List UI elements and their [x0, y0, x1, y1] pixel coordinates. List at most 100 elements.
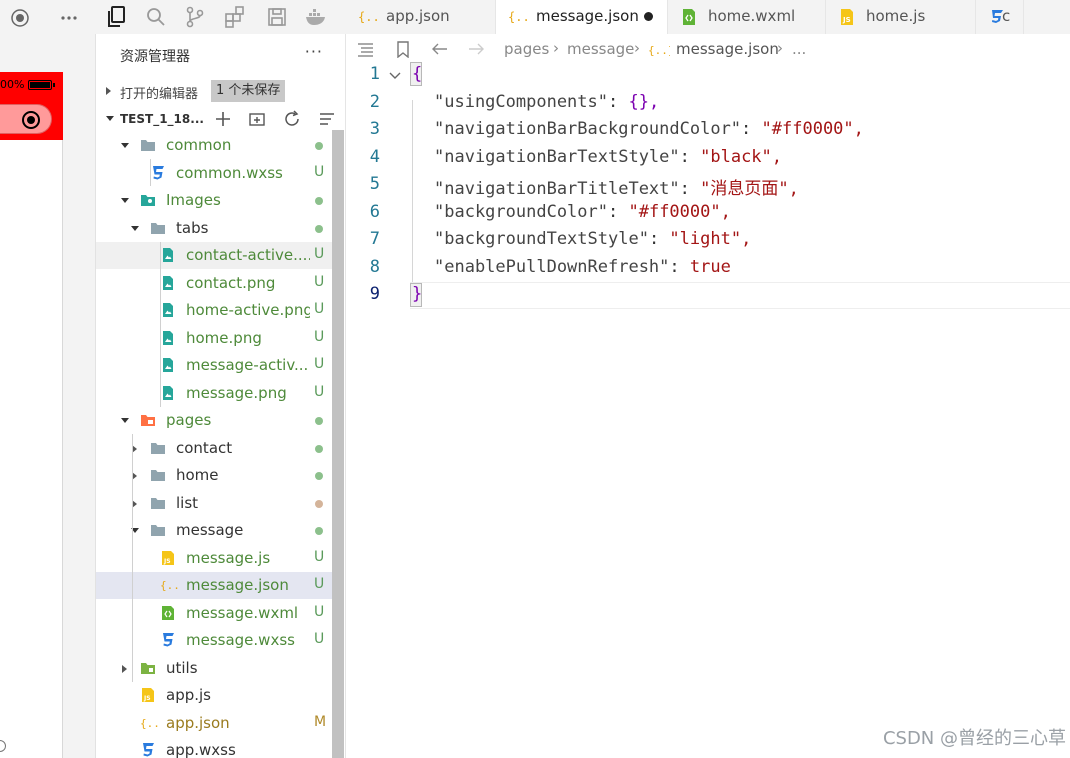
- tree-file-row[interactable]: {..} app.json M: [96, 710, 332, 737]
- breadcrumb-item[interactable]: ...: [792, 40, 806, 58]
- tree-item-label: contact-active....: [186, 246, 310, 264]
- tree-item-label: app.json: [166, 713, 230, 732]
- git-status-badge: U: [314, 576, 325, 592]
- indent-guide: [160, 242, 161, 407]
- git-status-dot: [315, 417, 323, 425]
- git-status-badge: U: [314, 328, 325, 345]
- extensions-icon[interactable]: [222, 4, 248, 30]
- line-number: 9: [369, 284, 380, 304]
- bookmark-icon[interactable]: [393, 40, 413, 59]
- svg-text:{..}: {..}: [358, 10, 380, 24]
- explorer-more-button[interactable]: ···: [305, 42, 323, 61]
- capsule-button[interactable]: [0, 104, 52, 134]
- git-status-dot: [315, 527, 323, 535]
- tree-file-row[interactable]: message-activ... U: [96, 352, 332, 379]
- svg-text:JS: JS: [143, 695, 151, 702]
- json-value: true: [689, 256, 731, 277]
- tree-file-row[interactable]: JS app.js: [96, 682, 332, 709]
- folder-icon: [150, 522, 166, 538]
- colon: :: [679, 179, 701, 199]
- tab-app-json[interactable]: {..} app.json: [346, 0, 496, 34]
- back-arrow-icon[interactable]: [430, 40, 450, 58]
- explorer-scrollbar[interactable]: [332, 130, 344, 758]
- search-icon[interactable]: [143, 4, 169, 30]
- git-status-badge: U: [314, 383, 325, 400]
- tree-file-row[interactable]: app.wxss: [96, 737, 332, 758]
- chevron-right-icon: ›: [634, 39, 640, 57]
- unsaved-dot-icon[interactable]: [644, 12, 653, 21]
- tree-item-label: utils: [166, 658, 198, 677]
- css-icon: [160, 632, 176, 648]
- new-folder-icon[interactable]: [247, 109, 267, 129]
- breadcrumb-item[interactable]: pages: [504, 40, 549, 58]
- record-icon[interactable]: [9, 7, 31, 29]
- tab-home-js[interactable]: JS home.js: [826, 0, 976, 34]
- tree-file-row[interactable]: message.png U: [96, 380, 332, 407]
- capsule-close-icon[interactable]: [22, 111, 40, 129]
- svg-text:{..}: {..}: [648, 44, 670, 57]
- open-editors-section[interactable]: 打开的编辑器 1 个未保存: [96, 78, 346, 104]
- json-icon: {..}: [358, 8, 387, 26]
- tree-file-row[interactable]: contact-active.... U: [96, 242, 332, 269]
- code-line: "backgroundColor": "#ff0000",: [434, 202, 731, 222]
- docker-icon[interactable]: [303, 4, 329, 30]
- tree-file-row[interactable]: home.png U: [96, 325, 332, 352]
- json-key: "navigationBarTextStyle": [434, 146, 680, 167]
- tree-folder-row[interactable]: common: [96, 132, 332, 159]
- folder-icon: [150, 440, 166, 456]
- more-icon[interactable]: [58, 7, 80, 29]
- folder-icon: [150, 220, 166, 236]
- code-line: "navigationBarTextStyle": "black",: [434, 147, 782, 167]
- json-brace: }: [412, 284, 423, 304]
- new-file-icon[interactable]: [213, 109, 233, 129]
- tree-file-row[interactable]: home-active.png U: [96, 297, 332, 324]
- tree-file-row[interactable]: contact.png U: [96, 270, 332, 297]
- tree-folder-row[interactable]: tabs: [96, 215, 332, 242]
- chevron-right-icon[interactable]: [122, 664, 127, 673]
- json-key: "backgroundTextStyle": [434, 229, 649, 249]
- chevron-down-icon[interactable]: [121, 418, 129, 423]
- simulator-toolbar: [0, 0, 96, 34]
- outline-icon[interactable]: [356, 40, 376, 58]
- tree-folder-row[interactable]: pages: [96, 407, 332, 434]
- tab-home-wxml[interactable]: home.wxml: [668, 0, 826, 34]
- json-key: "navigationBarBackgroundColor": [434, 119, 742, 139]
- chevron-down-icon: [106, 116, 114, 121]
- code-editor[interactable]: 1 {2 "usingComponents": {}, 3 "navigationBar…: [346, 62, 1070, 758]
- storage-icon[interactable]: [264, 4, 290, 30]
- forward-arrow-icon[interactable]: [466, 40, 486, 58]
- image-file-icon: [160, 357, 176, 373]
- tree-item-label: home: [176, 466, 219, 484]
- tree-item-label: list: [176, 493, 199, 512]
- folder-icon: [140, 137, 156, 153]
- tree-item-label: message.wxml: [186, 603, 299, 622]
- image-file-icon: [160, 247, 176, 263]
- tab-label: message.json: [536, 7, 639, 25]
- tree-folder-row[interactable]: Images: [96, 187, 332, 214]
- js-icon: JS: [160, 550, 176, 566]
- json-value: "#ff0000",: [761, 119, 864, 139]
- explorer-icon[interactable]: [104, 4, 130, 30]
- source-control-icon[interactable]: [182, 4, 208, 30]
- git-status-dot: [315, 197, 323, 205]
- chevron-down-icon[interactable]: [131, 225, 139, 231]
- tree-item-label: app.wxss: [166, 741, 236, 758]
- indent-guide: [412, 100, 413, 282]
- tab-message-json[interactable]: {..} message.json: [496, 0, 668, 34]
- tree-item-label: pages: [166, 411, 212, 429]
- chevron-down-icon[interactable]: [121, 143, 129, 148]
- json-value: "light",: [669, 229, 752, 249]
- project-header[interactable]: TEST_1_18...: [96, 106, 346, 132]
- breadcrumb-item[interactable]: message.json: [676, 40, 779, 58]
- refresh-icon[interactable]: [282, 109, 302, 129]
- chevron-down-icon[interactable]: [121, 198, 129, 203]
- tab-wxss[interactable]: c: [976, 0, 1024, 34]
- json-icon: {..}: [508, 8, 537, 26]
- chevron-right-icon: [106, 87, 111, 95]
- tree-item-label: common: [166, 136, 232, 154]
- tree-file-row[interactable]: common.wxss U: [96, 160, 332, 187]
- phone-preview: 00%: [0, 72, 63, 758]
- breadcrumb-item[interactable]: message: [567, 40, 634, 58]
- collapse-all-icon[interactable]: [317, 109, 337, 129]
- git-status-dot: [315, 224, 323, 233]
